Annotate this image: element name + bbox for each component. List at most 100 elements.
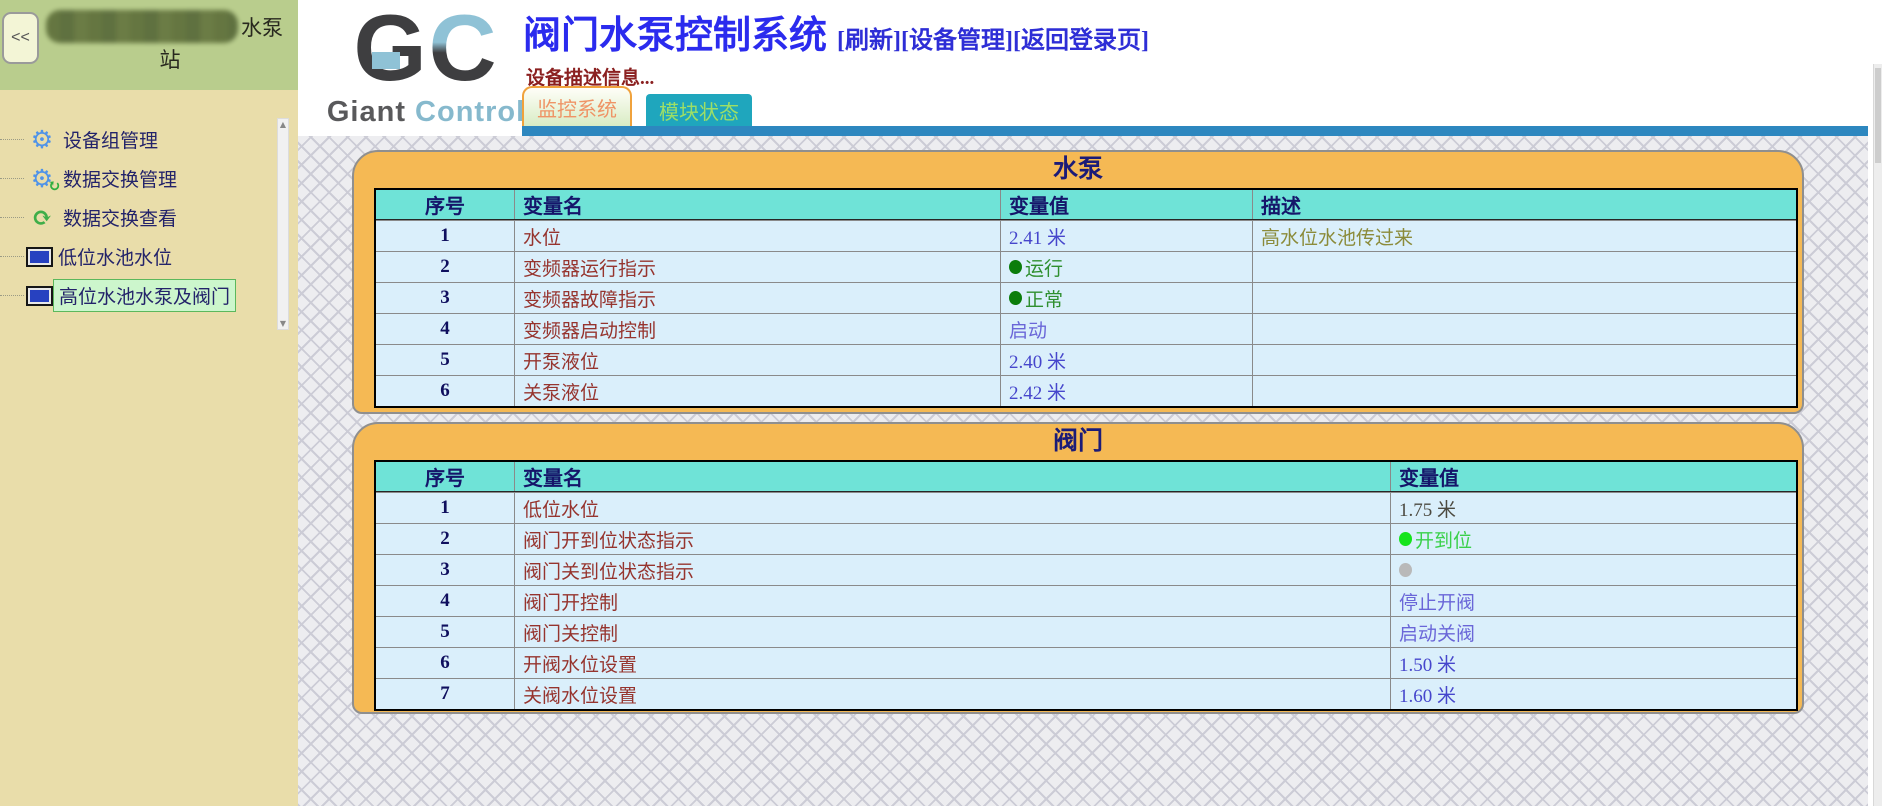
- menu-item-label: 数据交换管理: [58, 163, 182, 194]
- variable-name: 阀门开控制: [514, 586, 1390, 616]
- row-index: 5: [376, 617, 514, 647]
- menu-item-label: 数据交换查看: [58, 202, 182, 233]
- variable-value-cell: 启动: [1000, 314, 1252, 344]
- variable-value-cell: 运行: [1000, 252, 1252, 282]
- header-link[interactable]: [刷新]: [837, 28, 901, 54]
- tab-module-status[interactable]: 模块状态: [646, 94, 752, 126]
- pump-table-body: 1 水位 2.41 米 高水位水池传过来 2: [376, 220, 1796, 406]
- title-row: 阀门水泵控制系统 [刷新][设备管理][返回登录页]: [523, 4, 1149, 59]
- table-row: 5 开泵液位 2.40 米: [376, 344, 1796, 375]
- variable-value[interactable]: 启动关阀: [1399, 619, 1475, 646]
- row-index: 2: [376, 252, 514, 282]
- variable-value-cell: [1390, 555, 1796, 585]
- variable-value: 正常: [1025, 285, 1063, 312]
- row-index: 5: [376, 345, 514, 375]
- table-row: 6 开阀水位设置 1.50 米: [376, 647, 1796, 678]
- col-header-value: 变量值: [1000, 190, 1252, 219]
- variable-name: 变频器启动控制: [514, 314, 1000, 344]
- hmi-screen-icon: [26, 286, 53, 306]
- variable-value-cell: 开到位: [1390, 524, 1796, 554]
- header-link[interactable]: [设备管理]: [901, 28, 1013, 54]
- row-index: 1: [376, 221, 514, 251]
- sidebar-menu-item[interactable]: 高位水池水泵及阀门: [0, 276, 276, 315]
- row-index: 6: [376, 648, 514, 678]
- scrollbar-thumb[interactable]: [1875, 68, 1881, 163]
- scroll-down-icon[interactable]: ▼: [278, 319, 288, 328]
- sidebar-menu-item[interactable]: 设备组管理: [0, 120, 276, 159]
- valve-panel: 阀门 序号 变量名 变量值 1 低位水位: [352, 422, 1804, 714]
- menu-item-label: 高位水池水泵及阀门: [53, 279, 236, 312]
- table-row: 2 变频器运行指示 运行: [376, 251, 1796, 282]
- variable-value: 1.75 米: [1399, 495, 1456, 522]
- variable-description: [1252, 345, 1796, 375]
- pump-table: 序号 变量名 变量值 描述 1 水位: [374, 188, 1798, 408]
- giant-control-logo: GC Giant Control: [326, 2, 526, 129]
- variable-name: 阀门关到位状态指示: [514, 555, 1390, 585]
- variable-description: [1252, 283, 1796, 313]
- top-header: GC Giant Control 阀门水泵控制系统 [刷新][设备管理][返回登录…: [298, 0, 1882, 136]
- variable-description: [1252, 376, 1796, 406]
- gear-sync-icon: [26, 166, 58, 192]
- table-row: 7 关阀水位设置 1.60 米: [376, 678, 1796, 709]
- variable-value-cell: 停止开阀: [1390, 586, 1796, 616]
- variable-value-cell: 2.42 米: [1000, 376, 1252, 406]
- tree-connector: [0, 295, 24, 296]
- variable-name: 开泵液位: [514, 345, 1000, 375]
- variable-value-cell: 正常: [1000, 283, 1252, 313]
- menu-item-label: 低位水池水位: [53, 241, 177, 272]
- variable-value-cell: 1.75 米: [1390, 493, 1796, 523]
- row-index: 3: [376, 555, 514, 585]
- tab-monitor-system[interactable]: 监控系统: [522, 86, 632, 126]
- sidebar-menu-item[interactable]: 数据交换管理: [0, 159, 276, 198]
- hmi-screen-icon: [26, 247, 53, 267]
- gear-icon: [26, 127, 58, 153]
- sidebar-scrollbar[interactable]: ▲ ▼: [277, 118, 289, 330]
- app-root: << 水泵 站 设备组管理 数据交换: [0, 0, 1882, 806]
- table-row: 4 阀门开控制 停止开阀: [376, 585, 1796, 616]
- variable-value: 1.50 米: [1399, 650, 1456, 677]
- tree-connector: [0, 256, 24, 257]
- scroll-up-icon[interactable]: ▲: [278, 120, 288, 129]
- variable-name: 阀门开到位状态指示: [514, 524, 1390, 554]
- variable-name: 变频器运行指示: [514, 252, 1000, 282]
- variable-name: 关阀水位设置: [514, 679, 1390, 709]
- table-row: 5 阀门关控制 启动关阀: [376, 616, 1796, 647]
- sidebar-menu-item[interactable]: 低位水池水位: [0, 237, 276, 276]
- station-title: 水泵 站: [46, 10, 294, 74]
- station-title-line2: 站: [46, 44, 294, 74]
- valve-panel-title: 阀门: [354, 424, 1802, 460]
- pump-panel-title: 水泵: [354, 152, 1802, 188]
- variable-name: 变频器故障指示: [514, 283, 1000, 313]
- table-row: 6 关泵液位 2.42 米: [376, 375, 1796, 406]
- variable-value[interactable]: 启动: [1009, 316, 1047, 343]
- sidebar: << 水泵 站 设备组管理 数据交换: [0, 0, 298, 806]
- variable-value[interactable]: 停止开阀: [1399, 588, 1475, 615]
- brand-text: Giant Control: [326, 96, 526, 129]
- logo-accent-bar: [372, 52, 400, 69]
- col-header-description: 描述: [1252, 190, 1796, 219]
- variable-name: 关泵液位: [514, 376, 1000, 406]
- table-row: 1 水位 2.41 米 高水位水池传过来: [376, 220, 1796, 251]
- variable-value: 2.40 米: [1009, 347, 1066, 374]
- redacted-station-name: [46, 10, 238, 43]
- variable-value-cell: 启动关阀: [1390, 617, 1796, 647]
- row-index: 4: [376, 314, 514, 344]
- sidebar-collapse-button[interactable]: <<: [2, 12, 39, 64]
- row-index: 4: [376, 586, 514, 616]
- tab-strip-underline: [522, 126, 1868, 136]
- variable-value: 开到位: [1415, 526, 1472, 553]
- tree-connector: [0, 139, 24, 140]
- header-link[interactable]: [返回登录页]: [1013, 28, 1149, 54]
- valve-table-body: 1 低位水位 1.75 米 2 阀门开到位状态指示: [376, 492, 1796, 709]
- col-header-index: 序号: [376, 462, 514, 491]
- table-row: 4 变频器启动控制 启动: [376, 313, 1796, 344]
- page-title: 阀门水泵控制系统: [523, 15, 827, 57]
- table-row: 3 阀门关到位状态指示: [376, 554, 1796, 585]
- variable-value-cell: 2.40 米: [1000, 345, 1252, 375]
- sidebar-menu-item[interactable]: 数据交换查看: [0, 198, 276, 237]
- variable-value: 2.41 米: [1009, 223, 1066, 250]
- station-title-visible: 水泵: [241, 12, 283, 42]
- status-dot-icon: [1399, 532, 1412, 546]
- page-scrollbar[interactable]: [1873, 64, 1882, 806]
- variable-name: 开阀水位设置: [514, 648, 1390, 678]
